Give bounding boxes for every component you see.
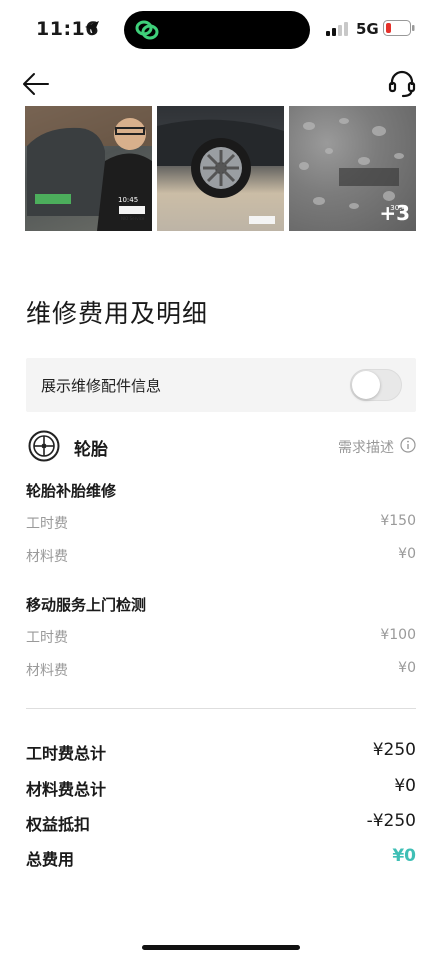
category-title: 轮胎: [74, 440, 108, 460]
back-arrow-icon[interactable]: [22, 70, 50, 98]
toggle-knob: [352, 371, 380, 399]
home-indicator[interactable]: [142, 945, 300, 950]
labor-fee-label: 工时费: [26, 516, 68, 532]
more-photos-count[interactable]: +3: [379, 201, 410, 225]
total-material-label: 材料费总计: [26, 780, 107, 799]
signal-strength-icon: [326, 22, 348, 36]
location-arrow-icon: [85, 21, 99, 35]
material-fee-value: ¥0: [398, 660, 416, 676]
benefit-deduction-label: 权益抵扣: [26, 815, 91, 834]
page-title: 维修费用及明细: [26, 299, 209, 328]
repair-photos: 10:45 NIO Service 30:4 +3: [25, 106, 416, 231]
show-parts-info-row: 展示维修配件信息: [26, 358, 416, 412]
material-fee-value: ¥0: [398, 546, 416, 562]
total-cost-value: ¥0: [392, 846, 416, 866]
total-labor-label: 工时费总计: [26, 744, 107, 763]
item-title: 移动服务上门检测: [26, 596, 147, 614]
repair-photo-3[interactable]: 30:4 +3: [289, 106, 416, 231]
status-bar: 11:16 5G: [0, 0, 442, 60]
labor-fee-label: 工时费: [26, 630, 68, 646]
tire-icon: [28, 430, 60, 462]
total-cost-label: 总费用: [26, 850, 75, 869]
photo-brand-tag: NIO Service: [121, 216, 145, 221]
info-icon[interactable]: [400, 437, 416, 453]
repair-photo-1[interactable]: 10:45 NIO Service: [25, 106, 152, 231]
request-description-link[interactable]: 需求描述: [338, 437, 394, 457]
material-fee-label: 材料费: [26, 663, 68, 679]
dynamic-island: [124, 11, 310, 49]
benefit-deduction-value: -¥250: [366, 811, 416, 831]
customer-service-icon[interactable]: [386, 68, 418, 100]
battery-low-icon: [383, 20, 415, 36]
labor-fee-value: ¥150: [380, 513, 416, 529]
divider: [26, 708, 416, 709]
network-type: 5G: [356, 20, 379, 38]
link-app-icon: [135, 20, 159, 40]
repair-photo-2[interactable]: [157, 106, 284, 231]
show-parts-info-toggle[interactable]: [350, 369, 402, 401]
photo-timestamp: 10:45: [118, 196, 139, 204]
material-fee-label: 材料费: [26, 549, 68, 565]
show-parts-info-label: 展示维修配件信息: [41, 377, 162, 395]
photo-tire-closeup: [157, 119, 284, 224]
photo-car-and-technician: [25, 106, 152, 231]
total-labor-value: ¥250: [372, 740, 416, 760]
total-material-value: ¥0: [394, 776, 416, 796]
labor-fee-value: ¥100: [380, 627, 416, 643]
item-title: 轮胎补胎维修: [26, 482, 117, 500]
